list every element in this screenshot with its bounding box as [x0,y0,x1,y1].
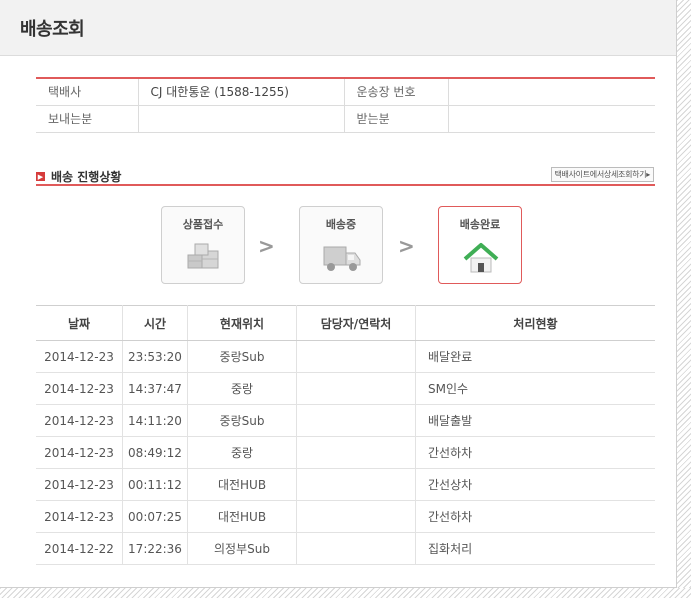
cell-date: 2014-12-23 [36,436,123,469]
step-in-transit: 배송중 [299,206,383,284]
column-header-time: 시간 [122,305,188,341]
table-row: 2014-12-23 08:49:12 중랑 간선하차 [36,436,655,469]
cell-contact [296,340,416,373]
tracking-history-table: 날짜 시간 현재위치 담당자/연락처 처리현황 2014-12-23 23:53… [36,305,655,565]
cell-status: 간선하차 [415,500,655,533]
step-delivered: 배송완료 [438,206,522,284]
cell-status: 배달완료 [415,340,655,373]
cell-time: 23:53:20 [122,340,188,373]
courier-value: CJ 대한통운 (1588-1255) [137,78,344,106]
cell-status: 배달출발 [415,404,655,437]
cell-contact [296,404,416,437]
cell-contact [296,372,416,405]
cell-date: 2014-12-23 [36,340,123,373]
column-header-location: 현재위치 [187,305,297,341]
sender-value [137,105,344,133]
column-header-contact: 담당자/연락처 [296,305,416,341]
cell-status: 간선상차 [415,468,655,501]
receiver-label: 받는분 [343,105,448,133]
step-arrow-icon: > [258,234,275,258]
cell-contact [296,532,416,565]
cell-location: 대전HUB [187,500,297,533]
tracking-panel: 배송조회 택배사 CJ 대한통운 (1588-1255) 운송장 번호 보내는분… [0,0,677,588]
table-header-row: 날짜 시간 현재위치 담당자/연락처 처리현황 [36,305,655,341]
cell-date: 2014-12-23 [36,404,123,437]
cell-contact [296,468,416,501]
courier-site-detail-link[interactable]: 택배사이트에서상세조회하기▸ [550,167,654,182]
hatch-border-bottom [0,588,691,598]
cell-location: 의정부Sub [187,532,297,565]
truck-icon [322,241,362,279]
bullet-arrow-icon: ▶ [36,172,45,181]
cell-date: 2014-12-22 [36,532,123,565]
step-delivered-label: 배송완료 [459,218,501,231]
info-row-parties: 보내는분 받는분 [36,105,655,133]
tracking-number-value [447,78,655,106]
cell-location: 중랑 [187,436,297,469]
cell-date: 2014-12-23 [36,372,123,405]
table-row: 2014-12-23 00:07:25 대전HUB 간선하차 [36,500,655,533]
cell-location: 중랑Sub [187,340,297,373]
section-divider [36,184,655,186]
house-icon [461,241,501,279]
cell-status: 간선하차 [415,436,655,469]
cell-date: 2014-12-23 [36,500,123,533]
cell-contact [296,436,416,469]
cell-time: 14:37:47 [122,372,188,405]
cell-time: 14:11:20 [122,404,188,437]
step-in-transit-label: 배송중 [325,218,357,231]
cell-date: 2014-12-23 [36,468,123,501]
cell-location: 중랑 [187,372,297,405]
tracking-number-label: 운송장 번호 [343,78,448,106]
receiver-value [447,105,655,133]
table-row: 2014-12-23 23:53:20 중랑Sub 배달완료 [36,340,655,373]
table-row: 2014-12-23 14:37:47 중랑 SM인수 [36,372,655,405]
cell-location: 대전HUB [187,468,297,501]
cell-status: 집화처리 [415,532,655,565]
sender-label: 보내는분 [36,105,138,133]
progress-section-title: ▶ 배송 진행상황 [36,168,121,185]
step-received: 상품접수 [161,206,245,284]
table-row: 2014-12-23 00:11:12 대전HUB 간선상차 [36,468,655,501]
cell-status: SM인수 [415,372,655,405]
cell-location: 중랑Sub [187,404,297,437]
boxes-icon [184,241,224,279]
page-title: 배송조회 [20,18,85,40]
cell-time: 00:07:25 [122,500,188,533]
column-header-date: 날짜 [36,305,123,341]
table-row: 2014-12-23 14:11:20 중랑Sub 배달출발 [36,404,655,437]
shipment-info-table: 택배사 CJ 대한통운 (1588-1255) 운송장 번호 보내는분 받는분 [36,77,655,133]
cell-time: 00:11:12 [122,468,188,501]
cell-time: 08:49:12 [122,436,188,469]
page-header: 배송조회 [0,0,676,56]
table-row: 2014-12-22 17:22:36 의정부Sub 집화처리 [36,532,655,565]
cell-time: 17:22:36 [122,532,188,565]
hatch-border-right [677,0,691,598]
cell-contact [296,500,416,533]
info-row-courier: 택배사 CJ 대한통운 (1588-1255) 운송장 번호 [36,78,655,106]
step-arrow-icon: > [398,234,415,258]
progress-title-text: 배송 진행상황 [51,170,122,184]
column-header-status: 처리현황 [415,305,655,341]
courier-label: 택배사 [36,78,138,106]
step-received-label: 상품접수 [182,218,224,231]
